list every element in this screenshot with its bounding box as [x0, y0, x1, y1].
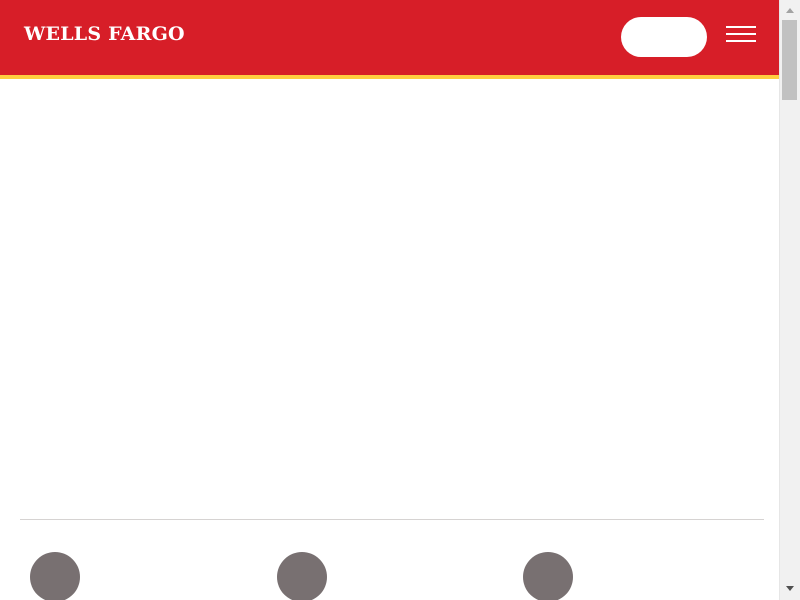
menu-line: [726, 33, 756, 35]
quick-link-icon-1[interactable]: [30, 552, 80, 600]
site-header: WELLS FARGO: [0, 0, 779, 75]
scroll-down-arrow-icon[interactable]: [780, 580, 800, 600]
menu-line: [726, 40, 756, 42]
page-viewport: WELLS FARGO: [0, 0, 779, 600]
hamburger-menu-icon[interactable]: [722, 20, 760, 48]
hero-content-area: [0, 79, 779, 519]
scroll-up-arrow-icon[interactable]: [780, 0, 800, 20]
sign-on-button[interactable]: [621, 17, 707, 57]
quick-link-icon-2[interactable]: [277, 552, 327, 600]
wells-fargo-logo[interactable]: WELLS FARGO: [24, 21, 185, 47]
menu-line: [726, 26, 756, 28]
scrollbar-thumb[interactable]: [782, 20, 797, 100]
quick-link-icon-3[interactable]: [523, 552, 573, 600]
section-divider: [20, 519, 764, 520]
vertical-scrollbar[interactable]: [779, 0, 800, 600]
